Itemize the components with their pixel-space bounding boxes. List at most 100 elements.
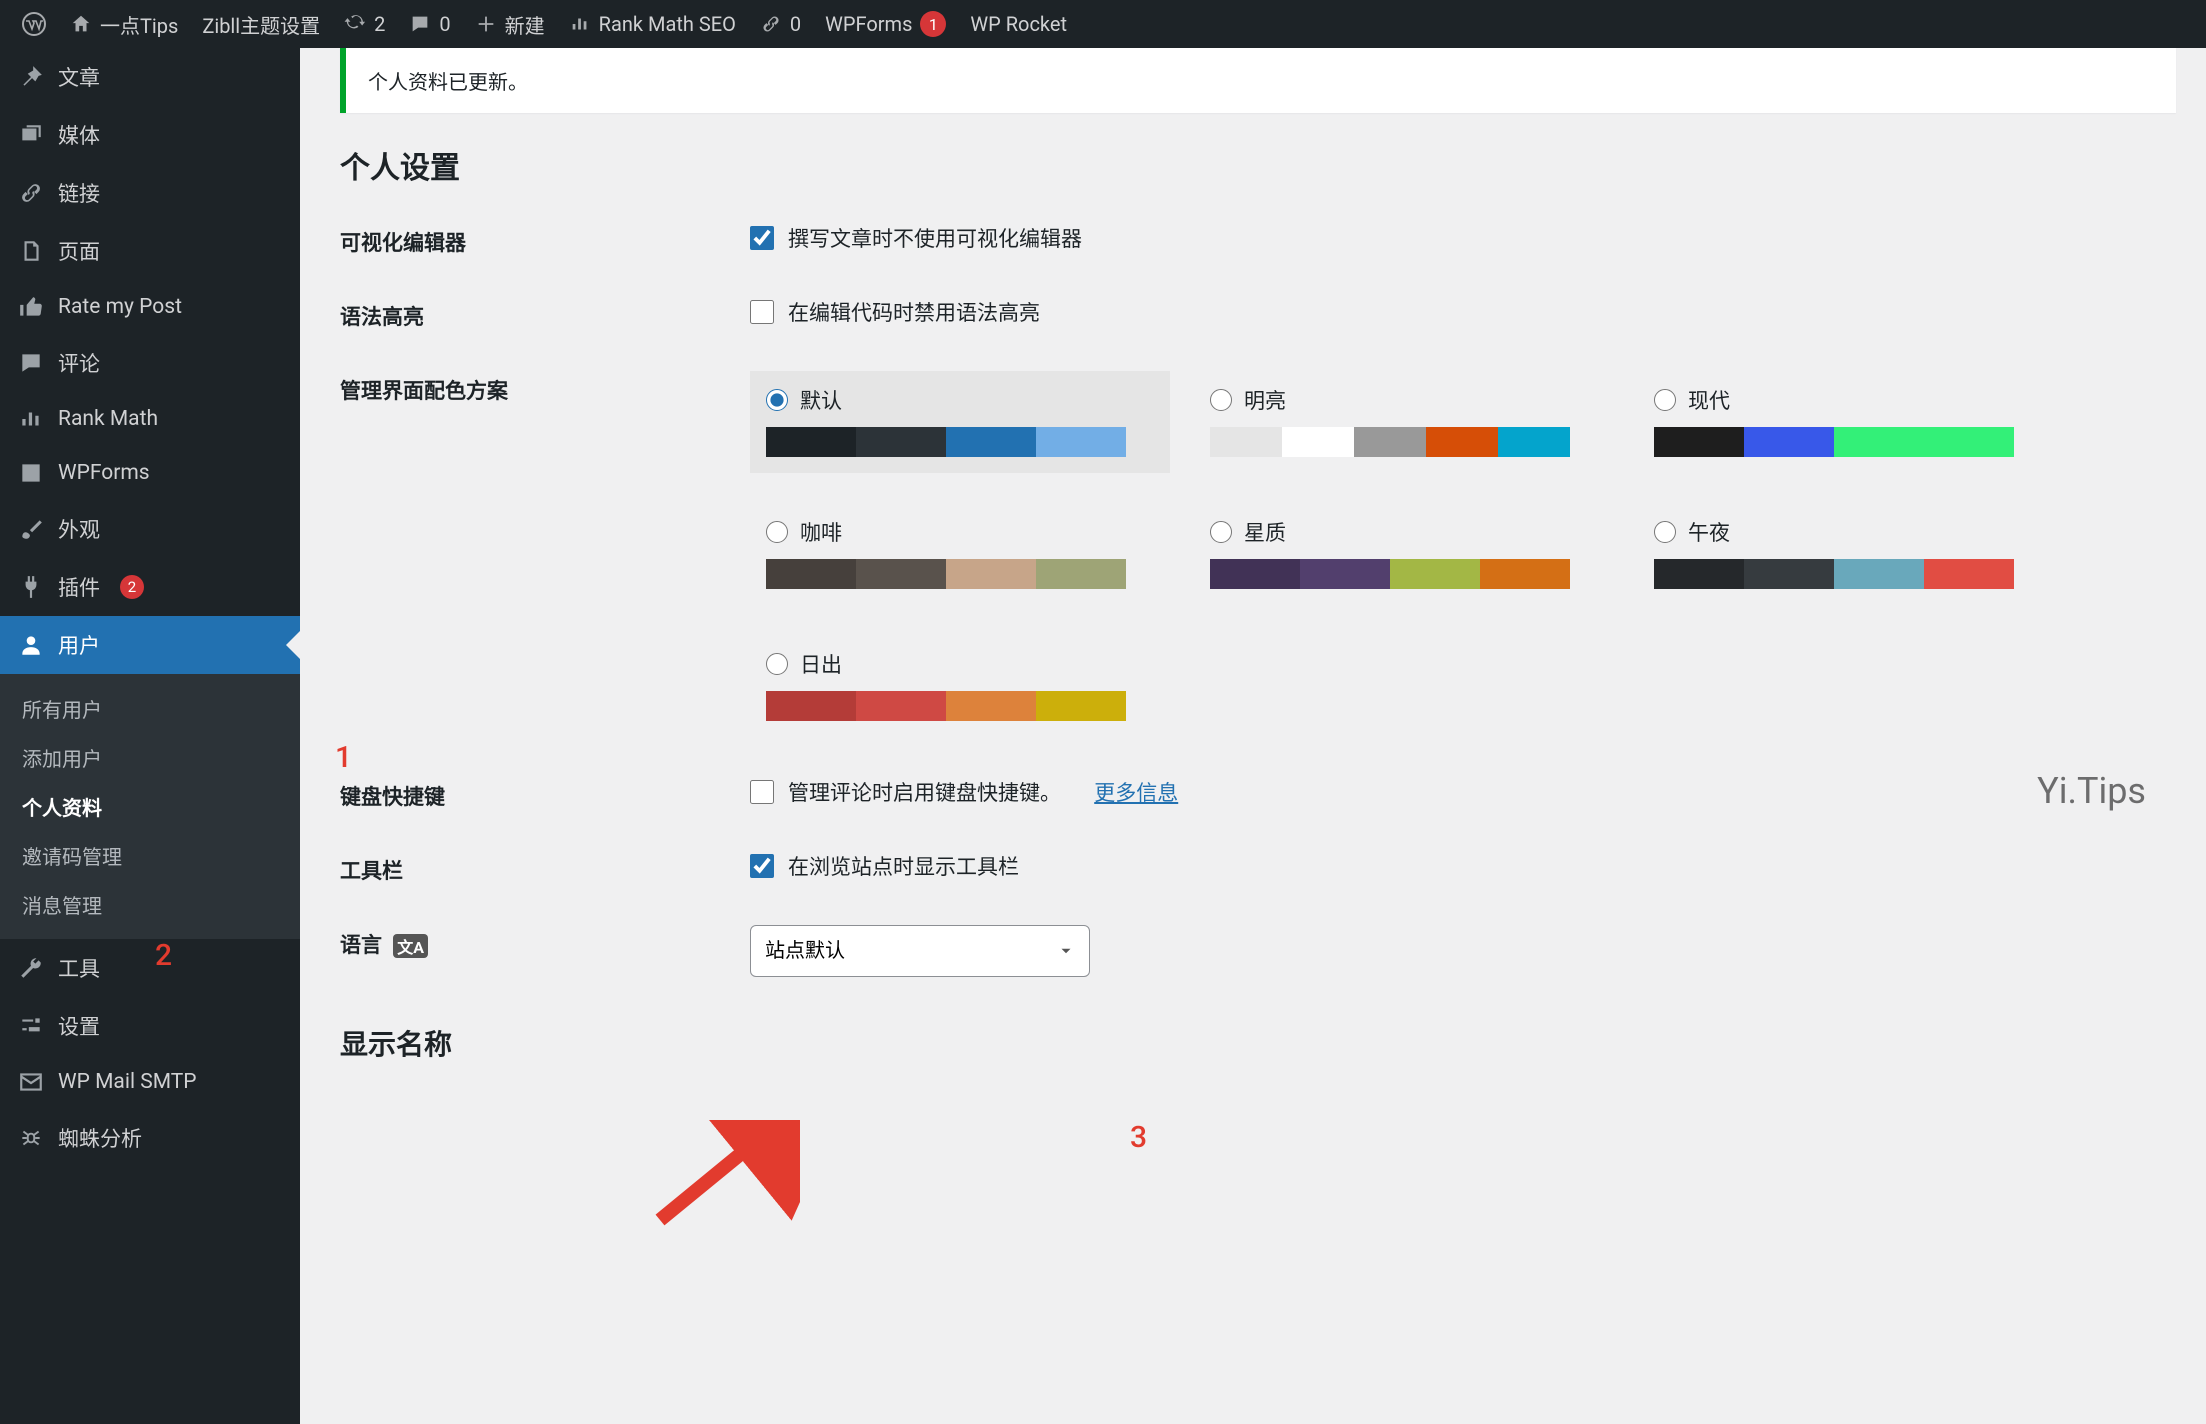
color-scheme-label: 明亮 [1244, 385, 1286, 415]
color-swatch [1654, 559, 2014, 589]
menu-spider[interactable]: 蜘蛛分析 [0, 1109, 300, 1167]
menu-pages[interactable]: 页面 [0, 222, 300, 280]
wpforms-badge: 1 [920, 11, 946, 37]
new-content[interactable]: 新建 [463, 0, 557, 48]
comment-icon [18, 350, 44, 376]
checkbox-toolbar[interactable]: 在浏览站点时显示工具栏 [750, 851, 2176, 881]
menu-comments[interactable]: 评论 [0, 334, 300, 392]
theme-settings-link[interactable]: Zibll主题设置 [190, 0, 332, 48]
color-scheme-label: 日出 [800, 649, 842, 679]
form-icon [18, 460, 44, 486]
comments[interactable]: 0 [397, 0, 462, 48]
label-visual-editor: 可视化编辑器 [340, 223, 750, 257]
checkbox-visual-editor-input[interactable] [750, 226, 774, 250]
color-scheme-option[interactable]: 日出 [750, 635, 1170, 737]
plus-icon [475, 13, 497, 35]
home-icon [70, 13, 92, 35]
checkbox-toolbar-input[interactable] [750, 854, 774, 878]
admin-bar: 一点Tips Zibll主题设置 2 0 新建 Rank Math SEO 0 … [0, 0, 2206, 48]
label-syntax: 语法高亮 [340, 297, 750, 331]
submenu-profile[interactable]: 个人资料 [0, 782, 300, 831]
color-swatch [766, 691, 1126, 721]
keyboard-more-link[interactable]: 更多信息 [1094, 777, 1178, 807]
menu-media[interactable]: 媒体 [0, 106, 300, 164]
menu-appearance[interactable]: 外观 [0, 500, 300, 558]
label-color-scheme: 管理界面配色方案 [340, 371, 750, 405]
checkbox-keyboard-input[interactable] [750, 780, 774, 804]
chart-icon [569, 13, 591, 35]
color-swatch [766, 559, 1126, 589]
submenu-add-user[interactable]: 添加用户 [0, 733, 300, 782]
translate-icon: 文A [393, 934, 428, 958]
submenu-invite[interactable]: 邀请码管理 [0, 831, 300, 880]
submenu-messages[interactable]: 消息管理 [0, 880, 300, 929]
color-scheme-label: 午夜 [1688, 517, 1730, 547]
updates[interactable]: 2 [332, 0, 397, 48]
color-scheme-grid: 默认 明亮 现代咖啡 星质 午夜日出 [750, 371, 2176, 737]
color-scheme-label: 星质 [1244, 517, 1286, 547]
color-scheme-option[interactable]: 默认 [750, 371, 1170, 473]
menu-rate-my-post[interactable]: Rate my Post [0, 280, 300, 334]
menu-tools[interactable]: 工具 [0, 939, 300, 997]
pin-icon [18, 64, 44, 90]
color-scheme-radio[interactable] [1210, 521, 1232, 543]
menu-users[interactable]: 用户 [0, 616, 300, 674]
update-icon [344, 13, 366, 35]
row-visual-editor: 可视化编辑器 撰写文章时不使用可视化编辑器 [340, 223, 2176, 257]
rankmath-link[interactable]: Rank Math SEO [557, 0, 748, 48]
color-scheme-option[interactable]: 明亮 [1194, 371, 1614, 473]
wpforms-link[interactable]: WPForms 1 [813, 0, 958, 48]
checkbox-visual-editor[interactable]: 撰写文章时不使用可视化编辑器 [750, 223, 2176, 253]
color-scheme-radio[interactable] [766, 653, 788, 675]
menu-links[interactable]: 链接 [0, 164, 300, 222]
color-scheme-option[interactable]: 午夜 [1638, 503, 2058, 605]
updates-count: 2 [374, 12, 385, 36]
site-name[interactable]: 一点Tips [58, 0, 190, 48]
link-icon [18, 180, 44, 206]
menu-rankmath[interactable]: Rank Math [0, 392, 300, 446]
color-scheme-radio[interactable] [766, 521, 788, 543]
chart-icon [18, 406, 44, 432]
broken-links[interactable]: 0 [748, 0, 813, 48]
plugin-icon [18, 574, 44, 600]
users-submenu: 所有用户 添加用户 个人资料 邀请码管理 消息管理 [0, 674, 300, 939]
wp-logo[interactable] [10, 0, 58, 48]
row-syntax: 语法高亮 在编辑代码时禁用语法高亮 [340, 297, 2176, 331]
comment-icon [409, 13, 431, 35]
checkbox-syntax[interactable]: 在编辑代码时禁用语法高亮 [750, 297, 2176, 327]
thumb-icon [18, 294, 44, 320]
annotation-arrow [640, 1120, 800, 1230]
section-display-name: 显示名称 [340, 1023, 2176, 1063]
brush-icon [18, 516, 44, 542]
color-scheme-label: 现代 [1688, 385, 1730, 415]
row-language: 语言 文A 站点默认 [340, 925, 2176, 977]
row-keyboard: 键盘快捷键 管理评论时启用键盘快捷键。 更多信息 [340, 777, 2176, 811]
label-toolbar: 工具栏 [340, 851, 750, 885]
color-scheme-radio[interactable] [1210, 389, 1232, 411]
wprocket-link[interactable]: WP Rocket [958, 0, 1079, 48]
submenu-all-users[interactable]: 所有用户 [0, 684, 300, 733]
menu-wpforms[interactable]: WPForms [0, 446, 300, 500]
site-name-text: 一点Tips [100, 10, 178, 39]
row-color-scheme: 管理界面配色方案 默认 明亮 现代咖啡 星质 午夜日出 [340, 371, 2176, 737]
color-scheme-radio[interactable] [766, 389, 788, 411]
menu-settings[interactable]: 设置 [0, 997, 300, 1055]
color-scheme-option[interactable]: 咖啡 [750, 503, 1170, 605]
color-scheme-option[interactable]: 现代 [1638, 371, 2058, 473]
menu-wpmailsmtp[interactable]: WP Mail SMTP [0, 1055, 300, 1109]
pages-icon [18, 238, 44, 264]
wrench-icon [18, 955, 44, 981]
color-scheme-label: 咖啡 [800, 517, 842, 547]
menu-plugins[interactable]: 插件 2 [0, 558, 300, 616]
menu-posts[interactable]: 文章 [0, 48, 300, 106]
row-toolbar: 工具栏 在浏览站点时显示工具栏 [340, 851, 2176, 885]
color-scheme-radio[interactable] [1654, 521, 1676, 543]
sliders-icon [18, 1013, 44, 1039]
checkbox-syntax-input[interactable] [750, 300, 774, 324]
watermark: Yi.Tips [2037, 770, 2146, 812]
color-scheme-option[interactable]: 星质 [1194, 503, 1614, 605]
checkbox-keyboard-text: 管理评论时启用键盘快捷键。 [788, 777, 1061, 807]
language-select[interactable]: 站点默认 [750, 925, 1090, 977]
user-icon [18, 632, 44, 658]
color-scheme-radio[interactable] [1654, 389, 1676, 411]
